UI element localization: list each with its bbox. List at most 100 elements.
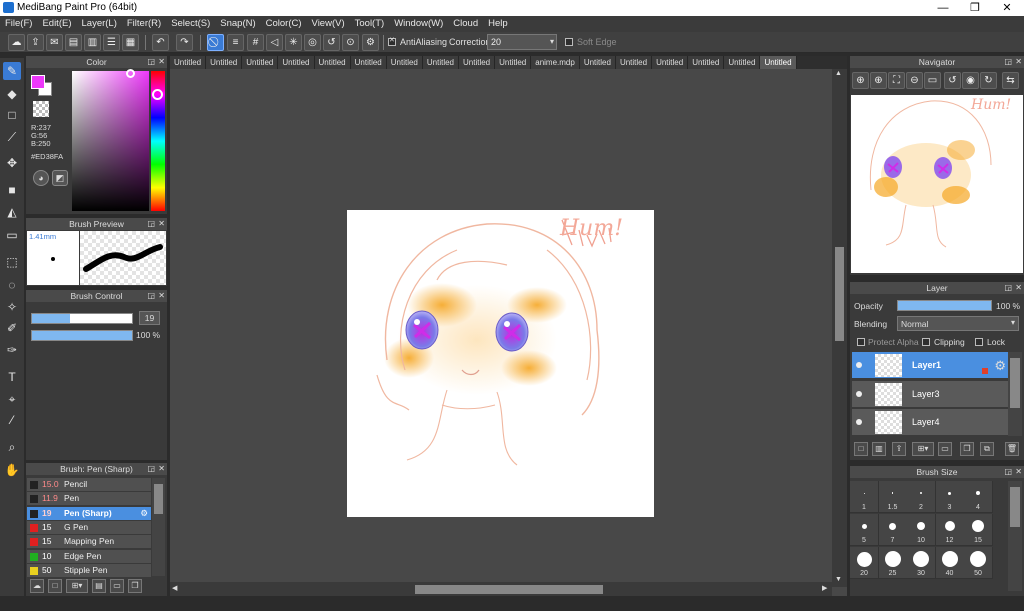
close-icon[interactable]: ✕ [158, 463, 165, 475]
brush-folder-icon[interactable]: ▭ [110, 579, 124, 593]
brush-settings-icon[interactable]: ▤ [92, 579, 106, 593]
lasso-tool-icon[interactable]: ◌ [3, 276, 21, 294]
brush-list-item[interactable]: 11.9 Pen [27, 492, 151, 507]
brush-size-cell[interactable]: 4 [964, 481, 993, 513]
menu-file[interactable]: File(F) [0, 16, 37, 32]
snap-settings-icon[interactable]: ⚙ [362, 34, 379, 51]
shape-tool-icon[interactable]: ■ [3, 181, 21, 199]
grid-list-icon[interactable]: ▦ [122, 34, 139, 51]
new-brush-icon[interactable]: □ [48, 579, 62, 593]
canvas-area[interactable]: Hum! [170, 69, 847, 596]
soft-edge-checkbox[interactable] [565, 38, 573, 46]
menu-select[interactable]: Select(S) [166, 16, 215, 32]
magic-wand-tool-icon[interactable]: ✧ [3, 298, 21, 316]
undock-icon[interactable]: ◲ [1004, 282, 1012, 294]
brush-size-cell[interactable]: 1.5 [878, 481, 908, 513]
rotate-right-icon[interactable]: ↻ [980, 72, 997, 89]
undock-icon[interactable]: ◲ [147, 218, 155, 230]
close-icon[interactable]: ✕ [1015, 466, 1022, 478]
brush-size-cell[interactable]: 15 [964, 514, 993, 546]
menu-help[interactable]: Help [483, 16, 513, 32]
document-tab[interactable]: Untitled [206, 56, 243, 69]
fit-window-icon[interactable]: ⛶ [888, 72, 905, 89]
redo-icon[interactable]: ↷ [176, 34, 193, 51]
antialiasing-checkbox[interactable] [388, 36, 396, 46]
document-tab[interactable]: Untitled [170, 56, 207, 69]
document-tab[interactable]: anime.mdp [531, 56, 580, 69]
menu-tool[interactable]: Tool(T) [350, 16, 390, 32]
brush-size-cell[interactable]: 10 [907, 514, 936, 546]
ellipse-snap-icon[interactable]: ⊙ [342, 34, 359, 51]
duplicate-brush-icon[interactable]: ❐ [128, 579, 142, 593]
menu-view[interactable]: View(V) [307, 16, 350, 32]
document-icon[interactable]: ▥ [84, 34, 101, 51]
brush-list-scroll-thumb[interactable] [154, 484, 163, 514]
cloud-icon[interactable]: ☁ [8, 34, 25, 51]
layer-list-scroll-thumb[interactable] [1010, 358, 1020, 408]
layer-settings-gear-icon[interactable]: ⚙ [994, 358, 1006, 374]
flip-horizontal-icon[interactable]: ⇆ [1002, 72, 1019, 89]
menu-window[interactable]: Window(W) [389, 16, 448, 32]
select-tool-icon[interactable]: ⬚ [3, 253, 21, 271]
brush-size-cell[interactable]: 2 [907, 481, 936, 513]
blending-select[interactable]: Normal ▾ [897, 316, 1019, 331]
scroll-left-icon[interactable]: ◀ [172, 584, 177, 592]
brush-size-cell[interactable]: 25 [878, 547, 908, 579]
rotate-left-icon[interactable]: ↺ [944, 72, 961, 89]
perspective-snap-icon[interactable]: ◁ [266, 34, 283, 51]
visibility-eye-icon[interactable] [856, 390, 862, 397]
document-tab[interactable]: Untitled [350, 56, 387, 69]
minimize-button[interactable]: — [927, 0, 959, 16]
document-tab[interactable]: Untitled [314, 56, 351, 69]
brush-settings-gear-icon[interactable]: ⚙ [140, 507, 148, 520]
operation-tool-icon[interactable]: ⌖ [3, 390, 21, 408]
duplicate-layer-icon[interactable]: ❐ [960, 442, 974, 456]
select-pen-tool-icon[interactable]: ✐ [3, 319, 21, 337]
transparent-color-swatch[interactable] [33, 101, 49, 117]
document-tab[interactable]: Untitled [386, 56, 423, 69]
brush-opacity-slider[interactable] [31, 330, 133, 341]
gradient-tool-icon[interactable]: ▭ [3, 226, 21, 244]
grid-snap-icon[interactable]: # [247, 34, 264, 51]
menu-filter[interactable]: Filter(R) [122, 16, 166, 32]
brush-size-slider[interactable] [31, 313, 133, 324]
document-tab[interactable]: Untitled [615, 56, 653, 69]
brush-list-item[interactable]: 15 Mapping Pen [27, 535, 151, 550]
add-layer-menu-icon[interactable]: ⊞▾ [912, 442, 934, 456]
hue-slider-handle[interactable] [152, 89, 163, 100]
radial-snap-icon[interactable]: ✳ [285, 34, 302, 51]
navigator-preview[interactable]: Hum! [851, 95, 1023, 273]
drawing-canvas[interactable]: Hum! [347, 210, 654, 517]
close-icon[interactable]: ✕ [158, 218, 165, 230]
brush-list-item[interactable]: 15.0 Pencil [27, 478, 151, 492]
color-history-icon[interactable]: ◩ [52, 170, 68, 186]
text-tool-icon[interactable]: T [3, 368, 21, 386]
snap-off-icon[interactable]: ⃠ [207, 34, 224, 51]
divide-tool-icon[interactable]: ⁄ [3, 411, 21, 429]
vertical-scrollbar[interactable]: ▲ ▼ [832, 69, 847, 587]
document-tab[interactable]: Untitled [688, 56, 725, 69]
correction-select[interactable]: 20 ▾ [487, 34, 557, 50]
bucket-tool-icon[interactable]: ◭ [3, 203, 21, 221]
move-tool-icon[interactable]: ✥ [3, 154, 21, 172]
lock-checkbox[interactable] [975, 338, 983, 346]
merge-layer-icon[interactable]: ⧉ [980, 442, 994, 456]
brush-size-scroll-thumb[interactable] [1010, 487, 1020, 527]
brush-size-cell[interactable]: 20 [850, 547, 879, 579]
menu-cloud[interactable]: Cloud [448, 16, 483, 32]
document-tab[interactable]: Untitled [724, 56, 761, 69]
zoom-in-icon[interactable]: ⊕ [852, 72, 869, 89]
protect-alpha-checkbox[interactable] [857, 338, 865, 346]
layer-opacity-slider[interactable] [897, 300, 992, 311]
brush-size-cell[interactable]: 1 [850, 481, 879, 513]
brush-size-cell[interactable]: 3 [935, 481, 965, 513]
scroll-right-icon[interactable]: ▶ [822, 584, 827, 592]
rotate-reset-icon[interactable]: ◉ [962, 72, 979, 89]
close-button[interactable]: ✕ [991, 0, 1023, 16]
layer-list-scrollbar[interactable] [1008, 352, 1022, 436]
close-icon[interactable]: ✕ [158, 290, 165, 302]
new-halftone-layer-icon[interactable]: ▥ [872, 442, 886, 456]
palette-icon[interactable]: ◕ [33, 170, 49, 186]
list-icon[interactable]: ☰ [103, 34, 120, 51]
brush-size-cell[interactable]: 12 [935, 514, 965, 546]
